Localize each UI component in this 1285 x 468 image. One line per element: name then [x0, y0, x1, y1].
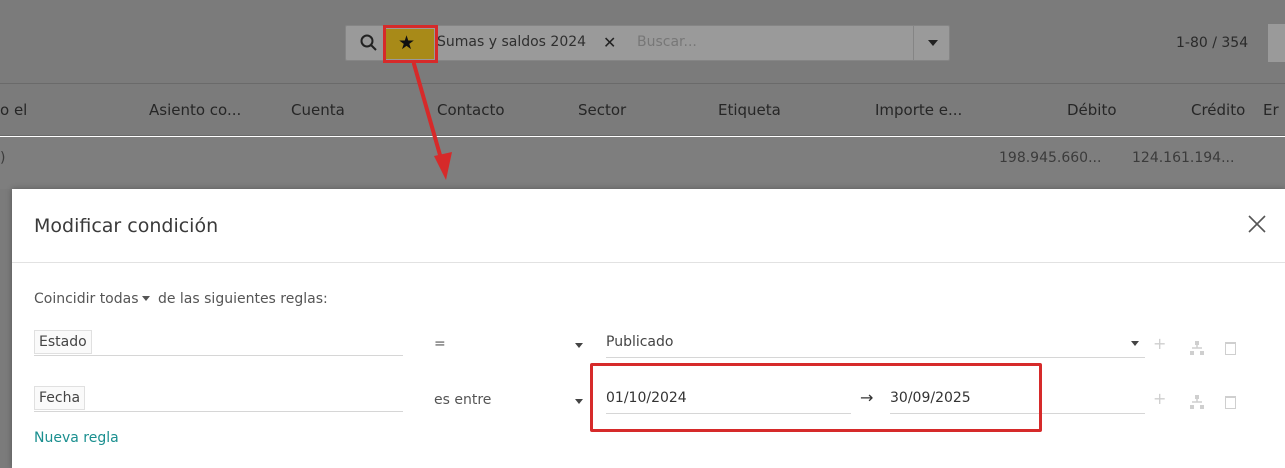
column-header[interactable]: Débito: [1067, 101, 1117, 119]
match-mode-select[interactable]: todas: [100, 291, 139, 307]
add-rule-icon[interactable]: +: [1153, 389, 1166, 408]
operator-value: =: [434, 336, 446, 352]
match-suffix: de las siguientes reglas:: [157, 291, 328, 307]
caret-down-icon: [575, 343, 583, 348]
remove-facet-icon[interactable]: ✕: [603, 33, 616, 52]
delete-rule-icon[interactable]: [1225, 396, 1236, 409]
match-prefix: Coincidir: [34, 291, 96, 307]
column-header[interactable]: o el: [0, 101, 27, 119]
add-branch-icon[interactable]: [1190, 395, 1204, 409]
field-tag[interactable]: Fecha: [34, 386, 86, 410]
caret-down-icon: [1131, 341, 1139, 346]
pager-previous-button[interactable]: [1268, 24, 1285, 62]
column-header[interactable]: Etiqueta: [718, 101, 781, 119]
field-tag[interactable]: Estado: [34, 330, 92, 354]
column-header[interactable]: Cuenta: [291, 101, 345, 119]
dialog-header: Modificar condición: [12, 189, 1285, 263]
column-header[interactable]: Crédito: [1191, 101, 1245, 119]
search-input[interactable]: Buscar...: [637, 34, 697, 50]
operator-value: es entre: [434, 392, 492, 408]
dialog-title: Modificar condición: [34, 215, 219, 237]
rule-field-selector[interactable]: Fecha: [34, 386, 403, 412]
column-header[interactable]: Asiento co...: [149, 101, 241, 119]
caret-down-icon: [928, 40, 938, 46]
rule-value: Publicado: [606, 334, 674, 350]
delete-rule-icon[interactable]: [1225, 342, 1236, 355]
credit-total: 124.161.194...: [1132, 150, 1235, 166]
rule-operator-select[interactable]: =: [434, 332, 594, 358]
highlight-box: [590, 363, 1042, 432]
close-icon[interactable]: [1246, 213, 1268, 235]
match-rules-line: Coincidir todas de las siguientes reglas…: [34, 291, 328, 307]
pager-value[interactable]: 1-80 / 354: [1176, 35, 1248, 51]
caret-down-icon: [575, 399, 583, 404]
debit-total: 198.945.660...: [999, 150, 1102, 166]
column-header[interactable]: Importe e...: [875, 101, 962, 119]
column-header[interactable]: Er: [1263, 101, 1279, 119]
search-options-toggle[interactable]: [913, 25, 950, 61]
rule-value-select[interactable]: Publicado: [606, 330, 1145, 358]
group-row-label: ): [0, 150, 6, 166]
column-header[interactable]: Sector: [578, 101, 626, 119]
search-icon[interactable]: [360, 34, 378, 52]
list-backdrop: [0, 189, 12, 468]
new-rule-link[interactable]: Nueva regla: [34, 430, 119, 446]
add-rule-icon[interactable]: +: [1153, 334, 1166, 353]
annotation-arrow: [412, 62, 452, 180]
caret-down-icon[interactable]: [141, 295, 150, 301]
add-branch-icon[interactable]: [1190, 341, 1204, 355]
facet-label: Sumas y saldos 2024: [437, 34, 587, 50]
highlight-box: [383, 25, 438, 63]
rule-field-selector[interactable]: Estado: [34, 330, 403, 356]
rule-operator-select[interactable]: es entre: [434, 388, 594, 414]
